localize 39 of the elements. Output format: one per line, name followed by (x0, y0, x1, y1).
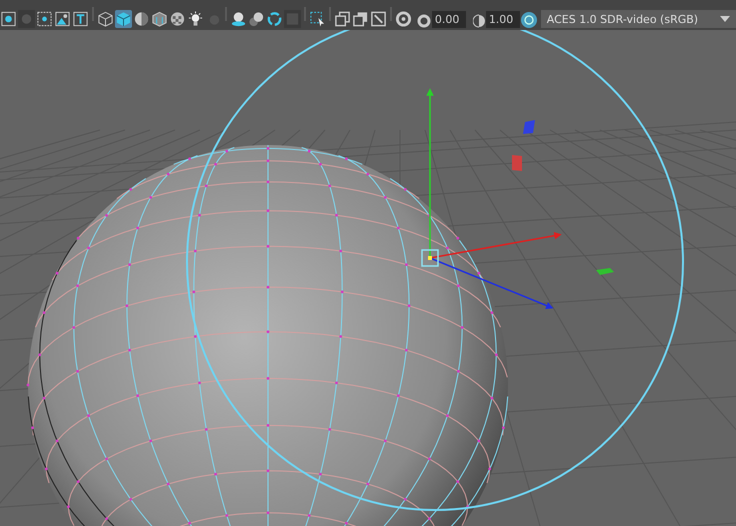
sphere-icon (132, 10, 150, 28)
toolbar-button[interactable] (352, 10, 369, 28)
color-management-button[interactable] (520, 12, 537, 28)
toolbar-button[interactable] (96, 10, 114, 28)
text-tool-icon (72, 10, 89, 28)
selection-arrow-icon (308, 10, 326, 28)
cube-icon (150, 10, 168, 28)
shaded-cube-icon (114, 10, 132, 28)
toolbar-button[interactable] (54, 10, 71, 28)
toolbar-button[interactable] (36, 10, 53, 28)
toolbar-button[interactable] (370, 10, 387, 28)
toolbar-button[interactable] (150, 10, 168, 28)
toolbar-button[interactable] (132, 10, 150, 28)
toolbar-button[interactable] (0, 10, 17, 28)
gamma-field[interactable]: 1.00 (486, 11, 520, 28)
toolbar-button[interactable] (168, 10, 186, 28)
diagonal-square-icon (370, 10, 387, 28)
exposure-field[interactable]: 0.00 (432, 11, 466, 28)
toolbar-button[interactable] (334, 10, 351, 28)
spheres-icon (248, 10, 265, 28)
image-icon (54, 10, 71, 28)
toolbar-button[interactable] (266, 10, 283, 28)
toolbar-button[interactable] (186, 10, 204, 28)
view-transform-dropdown[interactable]: ACES 1.0 SDR-video (sRGB) (540, 10, 736, 28)
checker-sphere-icon (168, 10, 186, 28)
shadow-sphere-icon (230, 10, 247, 28)
toolbar-button[interactable] (248, 10, 265, 28)
ring-icon (266, 10, 283, 28)
half-circle-icon (472, 14, 485, 28)
toolbar-button[interactable] (114, 10, 132, 28)
dropdown-caret-icon (720, 16, 730, 22)
wireframe-cube-icon (96, 10, 114, 28)
light-bulb-icon (186, 10, 204, 28)
toolbar-button[interactable] (72, 10, 89, 28)
dot-square-icon (0, 10, 17, 28)
color-management-icon (524, 15, 534, 25)
toolbar-button[interactable] (308, 10, 326, 28)
toolbar-button[interactable] (230, 10, 247, 28)
frame-icon (36, 10, 53, 28)
